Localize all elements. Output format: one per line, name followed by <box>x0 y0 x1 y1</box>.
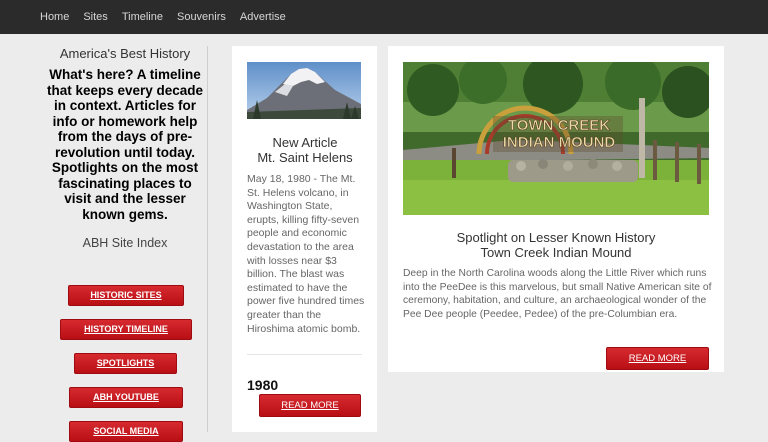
nav-advertise[interactable]: Advertise <box>240 11 286 23</box>
nav-home[interactable]: Home <box>40 11 69 23</box>
nav-sites[interactable]: Sites <box>83 11 107 23</box>
spotlight-body: Deep in the North Carolina woods along t… <box>403 268 712 320</box>
history-timeline-button[interactable]: HISTORY TIMELINE <box>60 319 192 340</box>
town-creek-image[interactable]: TOWN CREEK INDIAN MOUND <box>403 62 709 215</box>
sign-line1: TOWN CREEK <box>508 117 610 134</box>
spotlight-title: Spotlight on Lesser Known History Town C… <box>403 230 709 260</box>
sign-line2: INDIAN MOUND <box>503 134 616 151</box>
site-title: America's Best History <box>59 46 191 61</box>
article-divider <box>247 354 362 355</box>
site-index-title: ABH Site Index <box>82 236 168 250</box>
spotlight-read-more-button[interactable]: READ MORE <box>606 347 709 370</box>
article-read-more-button[interactable]: READ MORE <box>259 394 361 417</box>
sidebar-divider <box>207 46 208 432</box>
article-title-line2: Mt. Saint Helens <box>257 150 353 165</box>
article-title-line1: New Article <box>272 135 338 150</box>
article-year: 1980 <box>247 377 279 393</box>
article-card: New Article Mt. Saint Helens May 18, 198… <box>232 46 377 432</box>
article-body: May 18, 1980 - The Mt. St. Helens volcan… <box>247 173 365 335</box>
nav-timeline[interactable]: Timeline <box>122 11 163 23</box>
spotlight-title-line1: Spotlight on Lesser Known History <box>456 230 656 245</box>
top-navigation: Home Sites Timeline Souvenirs Advertise <box>0 0 768 34</box>
abh-youtube-button[interactable]: ABH YOUTUBE <box>69 387 183 408</box>
nav-souvenirs[interactable]: Souvenirs <box>177 11 226 23</box>
sidebar: America's Best History What's here? A ti… <box>40 44 210 250</box>
spotlight-card: TOWN CREEK INDIAN MOUND Spotlight on Les… <box>388 46 724 372</box>
mt-st-helens-image[interactable] <box>247 62 361 119</box>
historic-sites-button[interactable]: HISTORIC SITES <box>68 285 184 306</box>
spotlights-button[interactable]: SPOTLIGHTS <box>74 353 177 374</box>
article-title: New Article Mt. Saint Helens <box>240 135 370 165</box>
spotlight-title-line2: Town Creek Indian Mound <box>480 245 632 260</box>
site-intro: What's here? A timeline that keeps every… <box>46 67 204 222</box>
